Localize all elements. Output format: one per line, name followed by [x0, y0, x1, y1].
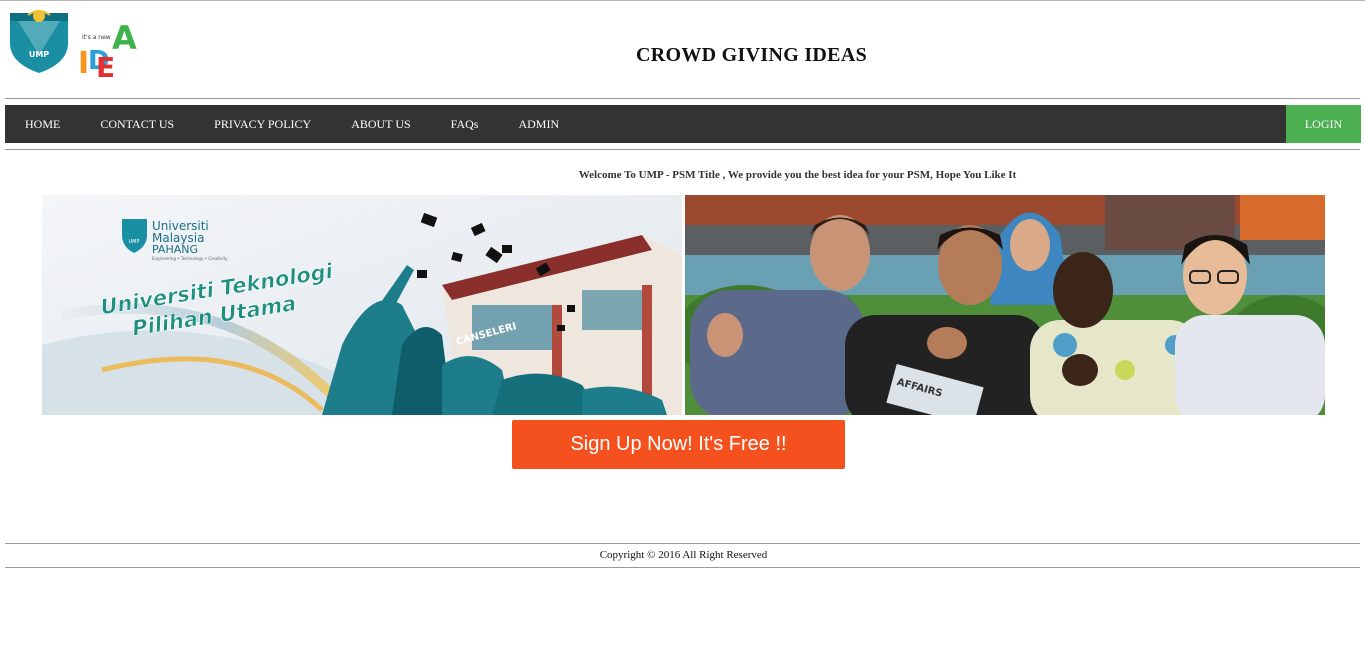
banner-university-line3: PAHANG [152, 243, 198, 256]
welcome-message: Welcome To UMP - PSM Title , We provide … [578, 169, 1017, 181]
page-title: CROWD GIVING IDEAS [636, 44, 867, 66]
nav-links: HOME CONTACT US PRIVACY POLICY ABOUT US … [5, 105, 1361, 143]
footer-top-divider [5, 543, 1360, 544]
footer-bottom-divider [5, 567, 1360, 568]
nav-faqs-link[interactable]: FAQs [431, 105, 499, 143]
site-header: UMP it's a new I D E A CROWD GIVING IDEA… [0, 1, 1365, 97]
signup-button[interactable]: Sign Up Now! It's Free !! [512, 420, 845, 469]
nav-admin-link[interactable]: ADMIN [498, 105, 579, 143]
nav-home-link[interactable]: HOME [5, 105, 80, 143]
login-button[interactable]: LOGIN [1286, 105, 1361, 143]
nav-contact-us-link[interactable]: CONTACT US [80, 105, 194, 143]
banner-students-image: AFFAIRS [685, 195, 1325, 415]
nav-divider [5, 149, 1360, 150]
banner-graduation-image: CANSELERI UMP Universiti Malaysia PAHANG… [42, 195, 682, 415]
main-navbar: HOME CONTACT US PRIVACY POLICY ABOUT US … [5, 105, 1361, 143]
copyright-text: Copyright © 2016 All Right Reserved [599, 549, 768, 561]
banner-ump-crest-text: UMP [129, 239, 140, 245]
header-divider [5, 98, 1360, 99]
nav-about-us-link[interactable]: ABOUT US [331, 105, 430, 143]
idea-logo-tagline: it's a new [82, 34, 111, 41]
banner-university-subline: Engineering • Technology • Creativity [152, 256, 228, 261]
nav-privacy-policy-link[interactable]: PRIVACY POLICY [194, 105, 331, 143]
